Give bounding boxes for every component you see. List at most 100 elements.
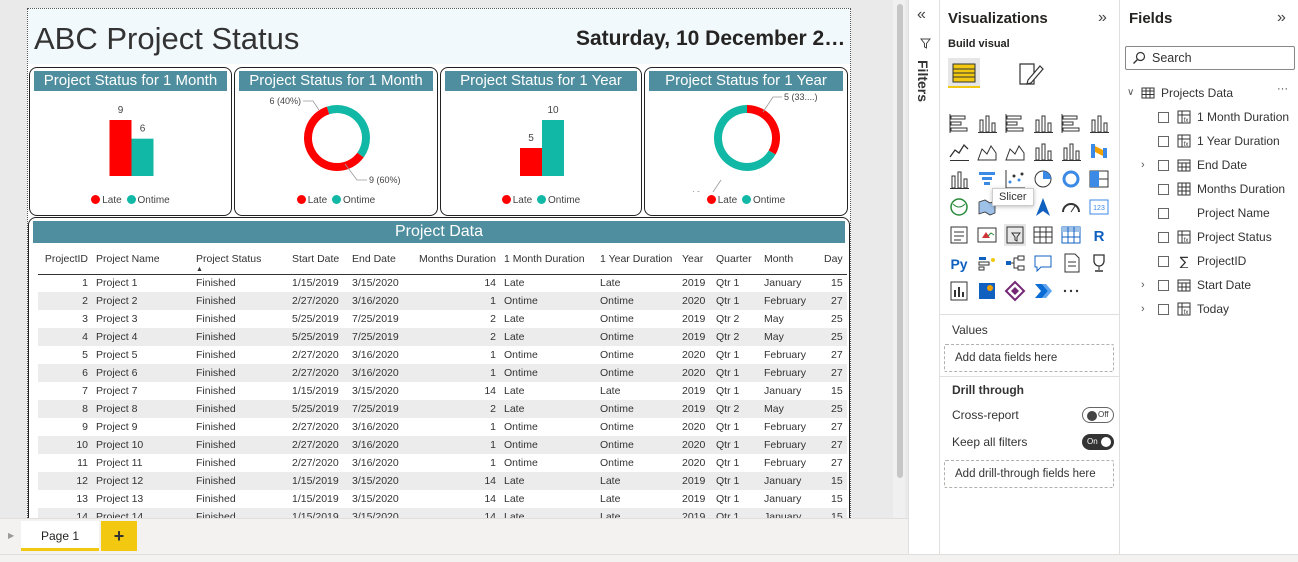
stacked-area-icon[interactable]: [1004, 140, 1026, 162]
field-item[interactable]: fx 1 Year Duration: [1143, 130, 1295, 152]
field-item[interactable]: Project Name: [1143, 202, 1295, 224]
column-header[interactable]: 1 Month Duration: [500, 250, 596, 275]
column-header[interactable]: Start Date: [288, 250, 348, 275]
field-item[interactable]: › Start Date: [1141, 274, 1295, 296]
gauge-icon[interactable]: [1060, 196, 1082, 218]
table-icon[interactable]: [1032, 224, 1054, 246]
tab-scroll-left-icon[interactable]: ▶: [8, 531, 14, 540]
table-row[interactable]: 7 Project 7 Finished 1/15/2019 3/15/2020 14 La…: [38, 382, 847, 400]
column-header[interactable]: End Date: [348, 250, 408, 275]
table-row[interactable]: 1 Project 1 Finished 1/15/2019 3/15/2020 14 La…: [38, 274, 847, 292]
filters-pane-collapsed[interactable]: « Filters: [908, 0, 940, 554]
chevron-double-left-icon[interactable]: «: [917, 6, 926, 24]
treemap-icon[interactable]: [1088, 168, 1110, 190]
table-row[interactable]: 12 Project 12 Finished 1/15/2019 3/15/2020 14…: [38, 472, 847, 490]
matrix-icon[interactable]: [1060, 224, 1082, 246]
chevron-right-icon[interactable]: ›: [1141, 298, 1145, 320]
qa-icon[interactable]: [1032, 252, 1054, 274]
field-checkbox[interactable]: [1158, 136, 1169, 147]
fields-search-box[interactable]: [1125, 46, 1295, 70]
slicer-icon[interactable]: [1004, 224, 1026, 246]
power-automate-icon[interactable]: [1032, 280, 1054, 302]
field-item[interactable]: › fx Today: [1141, 298, 1295, 320]
line-clustered-icon[interactable]: [1060, 140, 1082, 162]
power-apps-icon[interactable]: [1004, 280, 1026, 302]
sort-ascending-icon[interactable]: ▲: [196, 266, 203, 273]
key-influencers-icon[interactable]: [976, 252, 998, 274]
stacked-column-icon[interactable]: [976, 112, 998, 134]
scatter-icon[interactable]: [1004, 168, 1026, 190]
clustered-column-icon[interactable]: [1032, 112, 1054, 134]
chart-card-month-donut[interactable]: Project Status for 1 Month 6 (40%) 9 (60%…: [234, 67, 438, 216]
more-options-icon[interactable]: ···: [1277, 78, 1288, 100]
report-page[interactable]: ABC Project Status Saturday, 10 December…: [27, 8, 851, 520]
donut-slice-late[interactable]: [304, 106, 364, 171]
chevron-right-icon[interactable]: ›: [1141, 154, 1145, 176]
add-page-button[interactable]: +: [101, 521, 137, 551]
table-row[interactable]: 8 Project 8 Finished 5/25/2019 7/25/2019 2 Lat…: [38, 400, 847, 418]
bar-late[interactable]: [520, 148, 542, 176]
card-icon[interactable]: 123: [1088, 196, 1110, 218]
project-data-table[interactable]: ProjectID Project Name Project Status ▲ Star…: [38, 250, 847, 519]
table-row[interactable]: 2 Project 2 Finished 2/27/2020 3/16/2020 1 Ont…: [38, 292, 847, 310]
field-checkbox[interactable]: [1158, 280, 1169, 291]
metrics-icon[interactable]: [1088, 252, 1110, 274]
column-header[interactable]: Quarter: [712, 250, 760, 275]
chevron-double-right-icon[interactable]: »: [1098, 9, 1107, 27]
bar-late[interactable]: [109, 120, 132, 176]
multirow-card-icon[interactable]: [948, 224, 970, 246]
decomposition-tree-icon[interactable]: [1004, 252, 1026, 274]
clustered-bar-icon[interactable]: [1004, 112, 1026, 134]
table-row[interactable]: 4 Project 4 Finished 5/25/2019 7/25/2019 2 Lat…: [38, 328, 847, 346]
filters-label[interactable]: Filters: [915, 60, 931, 102]
keep-filters-toggle[interactable]: On: [1082, 434, 1114, 450]
stacked-bar-icon[interactable]: [948, 112, 970, 134]
field-item[interactable]: fx Project Status: [1143, 226, 1295, 248]
field-item[interactable]: ∑ ProjectID: [1143, 250, 1295, 272]
kpi-icon[interactable]: [976, 224, 998, 246]
pie-icon[interactable]: [1032, 168, 1054, 190]
field-checkbox[interactable]: [1158, 184, 1169, 195]
table-row[interactable]: 5 Project 5 Finished 2/27/2020 3/16/2020 1 Ont…: [38, 346, 847, 364]
build-visual-icon[interactable]: [948, 58, 980, 88]
chart-card-year-donut[interactable]: Project Status for 1 Year 5 (33....)10(6…: [644, 67, 848, 216]
donut-slice-ontime[interactable]: [326, 105, 370, 158]
chevron-right-icon[interactable]: ›: [1141, 274, 1145, 296]
column-header[interactable]: Month: [760, 250, 820, 275]
field-checkbox[interactable]: [1158, 232, 1169, 243]
python-visual-icon[interactable]: Py: [948, 252, 970, 274]
line-column-icon[interactable]: [1032, 140, 1054, 162]
100-column-icon[interactable]: [1088, 112, 1110, 134]
table-row[interactable]: 13 Project 13 Finished 1/15/2019 3/15/2020 14…: [38, 490, 847, 508]
more-icon[interactable]: [1060, 280, 1082, 302]
ribbon-chart-icon[interactable]: [1088, 140, 1110, 162]
field-checkbox[interactable]: [1158, 160, 1169, 171]
field-checkbox[interactable]: [1158, 112, 1169, 123]
drill-through-drop-well[interactable]: Add drill-through fields here: [944, 460, 1114, 488]
values-drop-well[interactable]: Add data fields here: [944, 344, 1114, 372]
donut-icon[interactable]: [1060, 168, 1082, 190]
r-visual-icon[interactable]: R: [1088, 224, 1110, 246]
line-chart-icon[interactable]: [948, 140, 970, 162]
bar-ontime[interactable]: [542, 120, 564, 176]
donut-slice-late[interactable]: [746, 105, 780, 155]
bar-ontime[interactable]: [131, 138, 154, 176]
format-visual-icon[interactable]: [1016, 60, 1046, 88]
field-table-projects-data[interactable]: ∨ Projects Data ···: [1127, 82, 1295, 104]
field-item[interactable]: fx 1 Month Duration: [1143, 106, 1295, 128]
column-header[interactable]: Months Duration: [408, 250, 500, 275]
map-icon[interactable]: [948, 196, 970, 218]
field-checkbox[interactable]: [1158, 208, 1169, 219]
field-item[interactable]: Months Duration: [1143, 178, 1295, 200]
table-row[interactable]: 11 Project 11 Finished 2/27/2020 3/16/2020 1 O…: [38, 454, 847, 472]
azure-map-icon[interactable]: [1032, 196, 1054, 218]
paginated-report-icon[interactable]: [948, 280, 970, 302]
table-row[interactable]: 3 Project 3 Finished 5/25/2019 7/25/2019 2 Lat…: [38, 310, 847, 328]
page-tab-page-1[interactable]: Page 1: [21, 521, 99, 551]
chevron-down-icon[interactable]: ∨: [1127, 82, 1134, 104]
waterfall-icon[interactable]: [948, 168, 970, 190]
table-row[interactable]: 6 Project 6 Finished 2/27/2020 3/16/2020 1 Ont…: [38, 364, 847, 382]
column-header[interactable]: Project Status ▲: [192, 250, 288, 275]
project-data-table-card[interactable]: Project Data ProjectID Project Name Projec…: [28, 217, 850, 519]
search-input[interactable]: [1152, 49, 1292, 67]
